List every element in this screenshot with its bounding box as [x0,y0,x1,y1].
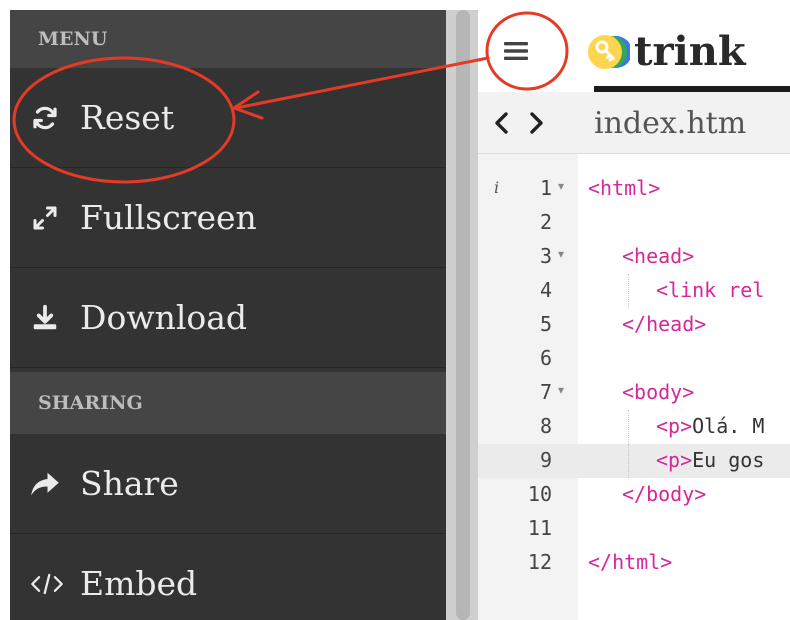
line-number: 2 [539,210,552,234]
code-line[interactable]: 4 <link rel [478,274,790,308]
code-text: <p>Eu gos [656,448,764,472]
share-arrow-icon [30,470,72,498]
fullscreen-label: Fullscreen [80,198,257,237]
code-tag: <link rel [656,278,765,302]
indent-guide [628,410,629,444]
refresh-icon [30,103,72,133]
side-menu: MENU Reset Fullscreen Download SHARING S… [10,10,446,620]
hamburger-menu-button[interactable] [492,30,540,72]
code-line[interactable]: 10 </body> [478,478,790,512]
share-label: Share [80,464,179,503]
chevron-right-icon [530,112,543,134]
code-editor-panel: trink index.htm i 1 ▾ <html> 2 3 ▾ <head> 4 <link… [478,10,790,620]
code-text: <link rel [656,278,764,302]
code-line[interactable]: 2 [478,206,790,240]
fullscreen-menu-item[interactable]: Fullscreen [10,168,446,268]
logo-wordmark[interactable]: trink [634,28,746,75]
editor-topbar: trink [478,10,790,92]
code-tag: <html> [588,176,661,200]
expand-icon [30,203,72,233]
share-menu-item[interactable]: Share [10,434,446,534]
code-text: <p>Olá. M [656,414,764,438]
embed-menu-item[interactable]: Embed [10,534,446,620]
code-area[interactable]: i 1 ▾ <html> 2 3 ▾ <head> 4 <link rel 5 </head> 6 7 ▾ <… [478,154,790,620]
code-tag: </head> [622,312,707,336]
line-number: 10 [527,482,552,506]
line-number: 7 [539,380,552,404]
code-tag: </body> [622,482,707,506]
code-line[interactable]: 7 ▾ <body> [478,376,790,410]
fold-toggle-icon[interactable]: ▾ [558,247,564,261]
code-line[interactable]: 11 [478,512,790,546]
tab-prev-button[interactable] [490,108,514,138]
code-tag: <p> [656,448,693,472]
fold-toggle-icon[interactable]: ▾ [558,179,564,193]
indent-guide [628,274,629,308]
fold-toggle-icon[interactable]: ▾ [558,383,564,397]
code-line[interactable]: 12 </html> [478,546,790,580]
code-content: Olá. M [692,414,765,438]
code-tag: <p> [656,414,693,438]
tab-index-html[interactable]: index.htm [594,106,746,141]
code-text: </head> [622,312,706,336]
code-icon [30,572,72,596]
info-marker-icon[interactable]: i [494,178,499,197]
code-tag: <body> [622,380,695,404]
code-line[interactable]: 9 <p>Eu gos [478,444,790,478]
line-number: 12 [527,550,552,574]
code-content: Eu gos [692,448,765,472]
code-line[interactable]: 5 </head> [478,308,790,342]
code-text: </html> [588,550,672,574]
code-tag: <head> [622,244,695,268]
code-line[interactable]: i 1 ▾ <html> [478,172,790,206]
reset-label: Reset [80,98,175,137]
file-tab-bar: index.htm [478,92,790,154]
line-number: 11 [527,516,552,540]
code-line[interactable]: 3 ▾ <head> [478,240,790,274]
line-number: 6 [539,346,552,370]
line-number: 4 [539,278,552,302]
code-line[interactable]: 8 <p>Olá. M [478,410,790,444]
code-tag: </html> [588,550,673,574]
line-number: 1 [539,176,552,200]
reset-menu-item[interactable]: Reset [10,68,446,168]
sharing-section-header: SHARING [10,372,446,434]
line-number: 9 [539,448,552,472]
line-number: 5 [539,312,552,336]
download-label: Download [80,298,248,337]
indent-guide [628,444,629,478]
download-menu-item[interactable]: Download [10,268,446,368]
embed-label: Embed [80,564,198,603]
code-text: <html> [588,176,660,200]
download-icon [30,303,72,333]
code-text: <head> [622,244,694,268]
key-logo-icon [588,35,630,69]
line-number: 8 [539,414,552,438]
chevron-left-icon [495,112,508,134]
code-text: <body> [622,380,694,404]
code-text: </body> [622,482,706,506]
hamburger-icon [504,42,528,60]
line-number: 3 [539,244,552,268]
menu-section-header: MENU [10,10,446,68]
scrollbar-handle[interactable] [456,10,470,620]
tab-next-button[interactable] [524,108,548,138]
code-line[interactable]: 6 [478,342,790,376]
